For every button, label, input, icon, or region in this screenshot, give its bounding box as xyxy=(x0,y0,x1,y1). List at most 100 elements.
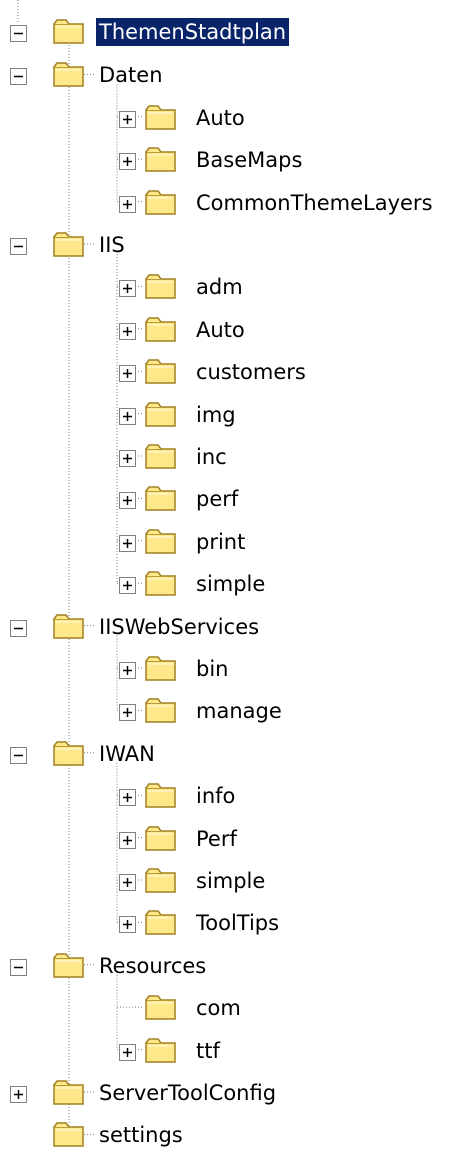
folder-label[interactable]: IIS xyxy=(96,231,128,259)
plus-toggle-icon[interactable] xyxy=(119,830,136,849)
plus-toggle-icon[interactable] xyxy=(119,109,136,128)
tree-item-auto[interactable]: Auto xyxy=(0,99,462,135)
folder-icon xyxy=(144,695,178,725)
plus-toggle-icon[interactable] xyxy=(119,194,136,213)
tree-item-simple[interactable]: simple xyxy=(0,565,462,601)
folder-label[interactable]: adm xyxy=(193,273,246,301)
minus-toggle-icon[interactable] xyxy=(10,618,27,637)
plus-toggle-icon[interactable] xyxy=(119,1042,136,1061)
folder-icon xyxy=(144,653,178,683)
minus-toggle-icon[interactable] xyxy=(10,236,27,255)
folder-icon xyxy=(144,187,178,217)
folder-icon xyxy=(144,992,178,1022)
plus-toggle-icon[interactable] xyxy=(119,787,136,807)
folder-label[interactable]: IWAN xyxy=(96,740,158,768)
tree-item-adm[interactable]: adm xyxy=(0,268,462,304)
plus-toggle-icon[interactable] xyxy=(119,151,136,171)
folder-icon xyxy=(144,483,178,513)
tree-item-root[interactable]: ThemenStadtplan xyxy=(0,13,462,49)
tree-item-servertoolconfig[interactable]: ServerToolConfig xyxy=(0,1074,462,1110)
tree-item-basemaps[interactable]: BaseMaps xyxy=(0,141,462,177)
minus-toggle-icon[interactable] xyxy=(10,745,27,764)
tree-item-perf[interactable]: perf xyxy=(0,480,462,516)
plus-toggle-icon[interactable] xyxy=(119,872,136,891)
tree-item-tooltips[interactable]: ToolTips xyxy=(0,904,462,940)
plus-toggle-icon[interactable] xyxy=(119,321,136,340)
folder-icon xyxy=(144,399,178,429)
folder-icon xyxy=(52,59,86,89)
folder-tree[interactable]: ThemenStadtplan Daten Auto BaseMaps CommonTh… xyxy=(0,0,462,1149)
plus-toggle-icon[interactable] xyxy=(119,278,136,298)
folder-label[interactable]: perf xyxy=(193,485,241,513)
plus-toggle-icon[interactable] xyxy=(119,448,136,467)
tree-item-commonthemelayers[interactable]: CommonThemeLayers xyxy=(0,184,462,220)
minus-toggle-icon[interactable] xyxy=(10,23,27,42)
tree-item-ttf[interactable]: ttf xyxy=(0,1032,462,1068)
tree-item-inc[interactable]: inc xyxy=(0,438,462,474)
folder-label[interactable]: ToolTips xyxy=(193,909,282,937)
tree-item-com[interactable]: com xyxy=(0,989,462,1025)
plus-toggle-icon[interactable] xyxy=(119,575,136,595)
folder-label[interactable]: settings xyxy=(96,1121,186,1149)
plus-toggle-icon[interactable] xyxy=(10,1084,27,1103)
folder-icon xyxy=(144,823,178,853)
tree-item-print[interactable]: print xyxy=(0,523,462,559)
folder-label[interactable]: Perf xyxy=(193,825,240,853)
tree-item-auto[interactable]: Auto xyxy=(0,311,462,347)
folder-icon xyxy=(144,907,178,937)
folder-icon xyxy=(144,568,178,598)
folder-icon xyxy=(52,611,86,641)
plus-toggle-icon[interactable] xyxy=(119,490,136,510)
folder-label[interactable]: Auto xyxy=(193,104,248,132)
tree-item-iis[interactable]: IIS xyxy=(0,226,462,262)
plus-toggle-icon[interactable] xyxy=(119,406,136,425)
folder-label[interactable]: ttf xyxy=(193,1037,223,1065)
folder-icon xyxy=(52,1077,86,1107)
folder-label[interactable]: bin xyxy=(193,655,231,683)
tree-item-img[interactable]: img xyxy=(0,396,462,432)
folder-label[interactable]: customers xyxy=(193,358,309,386)
folder-label[interactable]: Daten xyxy=(96,61,166,89)
folder-icon xyxy=(52,229,86,259)
folder-label[interactable]: Resources xyxy=(96,952,209,980)
folder-label[interactable]: info xyxy=(193,782,238,810)
folder-icon xyxy=(144,1035,178,1065)
tree-item-iiswebservices[interactable]: IISWebServices xyxy=(0,608,462,644)
tree-item-iwan[interactable]: IWAN xyxy=(0,735,462,771)
folder-label[interactable]: ServerToolConfig xyxy=(96,1079,279,1107)
tree-item-info[interactable]: info xyxy=(0,777,462,813)
tree-item-daten[interactable]: Daten xyxy=(0,56,462,92)
plus-toggle-icon[interactable] xyxy=(119,702,136,722)
folder-label[interactable]: inc xyxy=(193,443,230,471)
tree-item-customers[interactable]: customers xyxy=(0,353,462,389)
tree-item-bin[interactable]: bin xyxy=(0,650,462,686)
tree-item-perf[interactable]: Perf xyxy=(0,820,462,856)
folder-icon xyxy=(144,780,178,810)
tree-item-settings[interactable]: settings xyxy=(0,1116,462,1152)
folder-icon xyxy=(144,526,178,556)
tree-item-manage[interactable]: manage xyxy=(0,692,462,728)
tree-item-simple[interactable]: simple xyxy=(0,862,462,898)
folder-icon xyxy=(52,738,86,768)
folder-label[interactable]: CommonThemeLayers xyxy=(193,189,436,217)
folder-icon xyxy=(144,865,178,895)
folder-label[interactable]: manage xyxy=(193,697,285,725)
plus-toggle-icon[interactable] xyxy=(119,914,136,934)
plus-toggle-icon[interactable] xyxy=(119,363,136,383)
folder-label[interactable]: com xyxy=(193,994,244,1022)
tree-item-resources[interactable]: Resources xyxy=(0,947,462,983)
minus-toggle-icon[interactable] xyxy=(10,66,27,86)
minus-toggle-icon[interactable] xyxy=(10,957,27,976)
folder-label[interactable]: Auto xyxy=(193,316,248,344)
folder-label[interactable]: simple xyxy=(193,570,268,598)
folder-label[interactable]: ThemenStadtplan xyxy=(94,16,291,47)
folder-label[interactable]: BaseMaps xyxy=(193,146,305,174)
folder-icon xyxy=(52,1119,86,1149)
plus-toggle-icon[interactable] xyxy=(119,660,136,679)
folder-label[interactable]: img xyxy=(193,401,239,429)
folder-label[interactable]: print xyxy=(193,528,248,556)
folder-label[interactable]: IISWebServices xyxy=(96,613,262,641)
plus-toggle-icon[interactable] xyxy=(119,533,136,552)
folder-label[interactable]: simple xyxy=(193,867,268,895)
folder-icon xyxy=(144,441,178,471)
